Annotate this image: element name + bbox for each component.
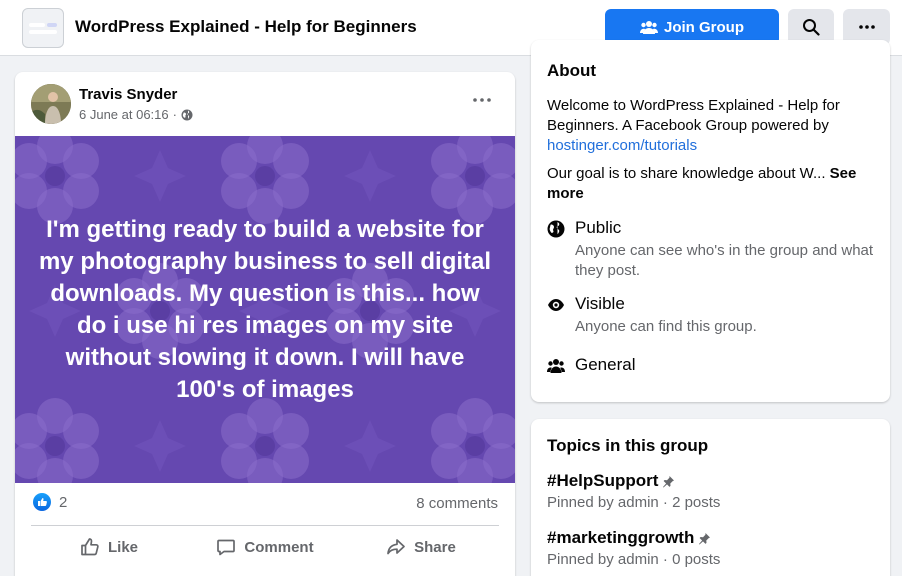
- about-description-text: Welcome to WordPress Explained - Help fo…: [547, 97, 840, 134]
- about-goal-text: Our goal is to share knowledge about W..…: [547, 165, 826, 182]
- group-thumbnail-icon[interactable]: [22, 8, 64, 48]
- about-goal: Our goal is to share knowledge about W..…: [547, 164, 877, 204]
- post-actions: Like Comment Share: [31, 530, 499, 564]
- topic-meta: Pinned by admin · 0 posts: [547, 551, 721, 568]
- comment-label: Comment: [244, 538, 314, 556]
- post-text: I'm getting ready to build a website for…: [38, 216, 492, 403]
- visible-title: Visible: [575, 294, 625, 313]
- about-heading: About: [547, 61, 597, 80]
- visible-description: Anyone can find this group.: [575, 318, 757, 335]
- public-title: Public: [575, 218, 622, 237]
- group-title[interactable]: WordPress Explained - Help for Beginners: [75, 17, 417, 37]
- like-label: Like: [107, 538, 138, 556]
- topics-heading: Topics in this group: [547, 436, 709, 455]
- post-divider: [31, 525, 499, 526]
- join-group-label: Join Group: [664, 18, 744, 36]
- topic-meta: Pinned by admin · 2 posts: [547, 494, 721, 511]
- globe-icon: [181, 109, 193, 120]
- comment-button[interactable]: Comment: [187, 530, 343, 564]
- search-icon: [803, 19, 820, 36]
- comment-icon: [217, 539, 236, 556]
- visibility-row: Visible Anyone can find this group.: [547, 294, 882, 338]
- eye-icon: [548, 299, 564, 311]
- comments-count[interactable]: 8 comments: [416, 495, 498, 512]
- share-icon: [387, 539, 405, 555]
- share-label: Share: [414, 538, 456, 556]
- general-row: General: [547, 355, 882, 379]
- privacy-public-row: Public Anyone can see who's in the group…: [547, 218, 882, 279]
- author-avatar[interactable]: [31, 84, 71, 124]
- topic-item[interactable]: #marketinggrowth Pinned by admin · 0 pos…: [547, 528, 720, 568]
- public-globe-icon: [547, 220, 565, 238]
- more-icon: [858, 25, 875, 29]
- post-card: Travis Snyder 6 June at 06:16 · I'm gett…: [15, 72, 515, 576]
- reactions-summary[interactable]: 2: [33, 493, 67, 511]
- like-reaction-icon: [33, 493, 51, 511]
- post-background-image[interactable]: I'm getting ready to build a website for…: [15, 136, 515, 483]
- topic-name[interactable]: #HelpSupport: [547, 471, 658, 491]
- general-title: General: [575, 355, 636, 374]
- topics-card: Topics in this group #HelpSupport Pinned…: [531, 419, 890, 576]
- post-menu-icon: [473, 98, 491, 102]
- hostinger-link[interactable]: hostinger.com/tutorials: [547, 137, 697, 154]
- like-button[interactable]: Like: [31, 530, 187, 564]
- post-timestamp: 6 June at 06:16 ·: [79, 107, 193, 122]
- about-description: Welcome to WordPress Explained - Help fo…: [547, 96, 877, 156]
- pin-icon: [663, 475, 675, 487]
- like-icon: [81, 538, 99, 556]
- topic-item[interactable]: #HelpSupport Pinned by admin · 2 posts: [547, 471, 720, 511]
- general-people-icon: [547, 359, 565, 373]
- pin-icon: [699, 532, 711, 544]
- post-author-name[interactable]: Travis Snyder: [79, 86, 177, 103]
- post-menu-button[interactable]: [467, 90, 497, 110]
- topic-name[interactable]: #marketinggrowth: [547, 528, 694, 548]
- about-card: About Welcome to WordPress Explained - H…: [531, 40, 890, 402]
- post-timestamp-text[interactable]: 6 June at 06:16: [79, 107, 169, 122]
- join-group-icon: [640, 21, 658, 34]
- share-button[interactable]: Share: [343, 530, 499, 564]
- reaction-count: 2: [59, 493, 68, 511]
- public-description: Anyone can see who's in the group and wh…: [575, 242, 874, 279]
